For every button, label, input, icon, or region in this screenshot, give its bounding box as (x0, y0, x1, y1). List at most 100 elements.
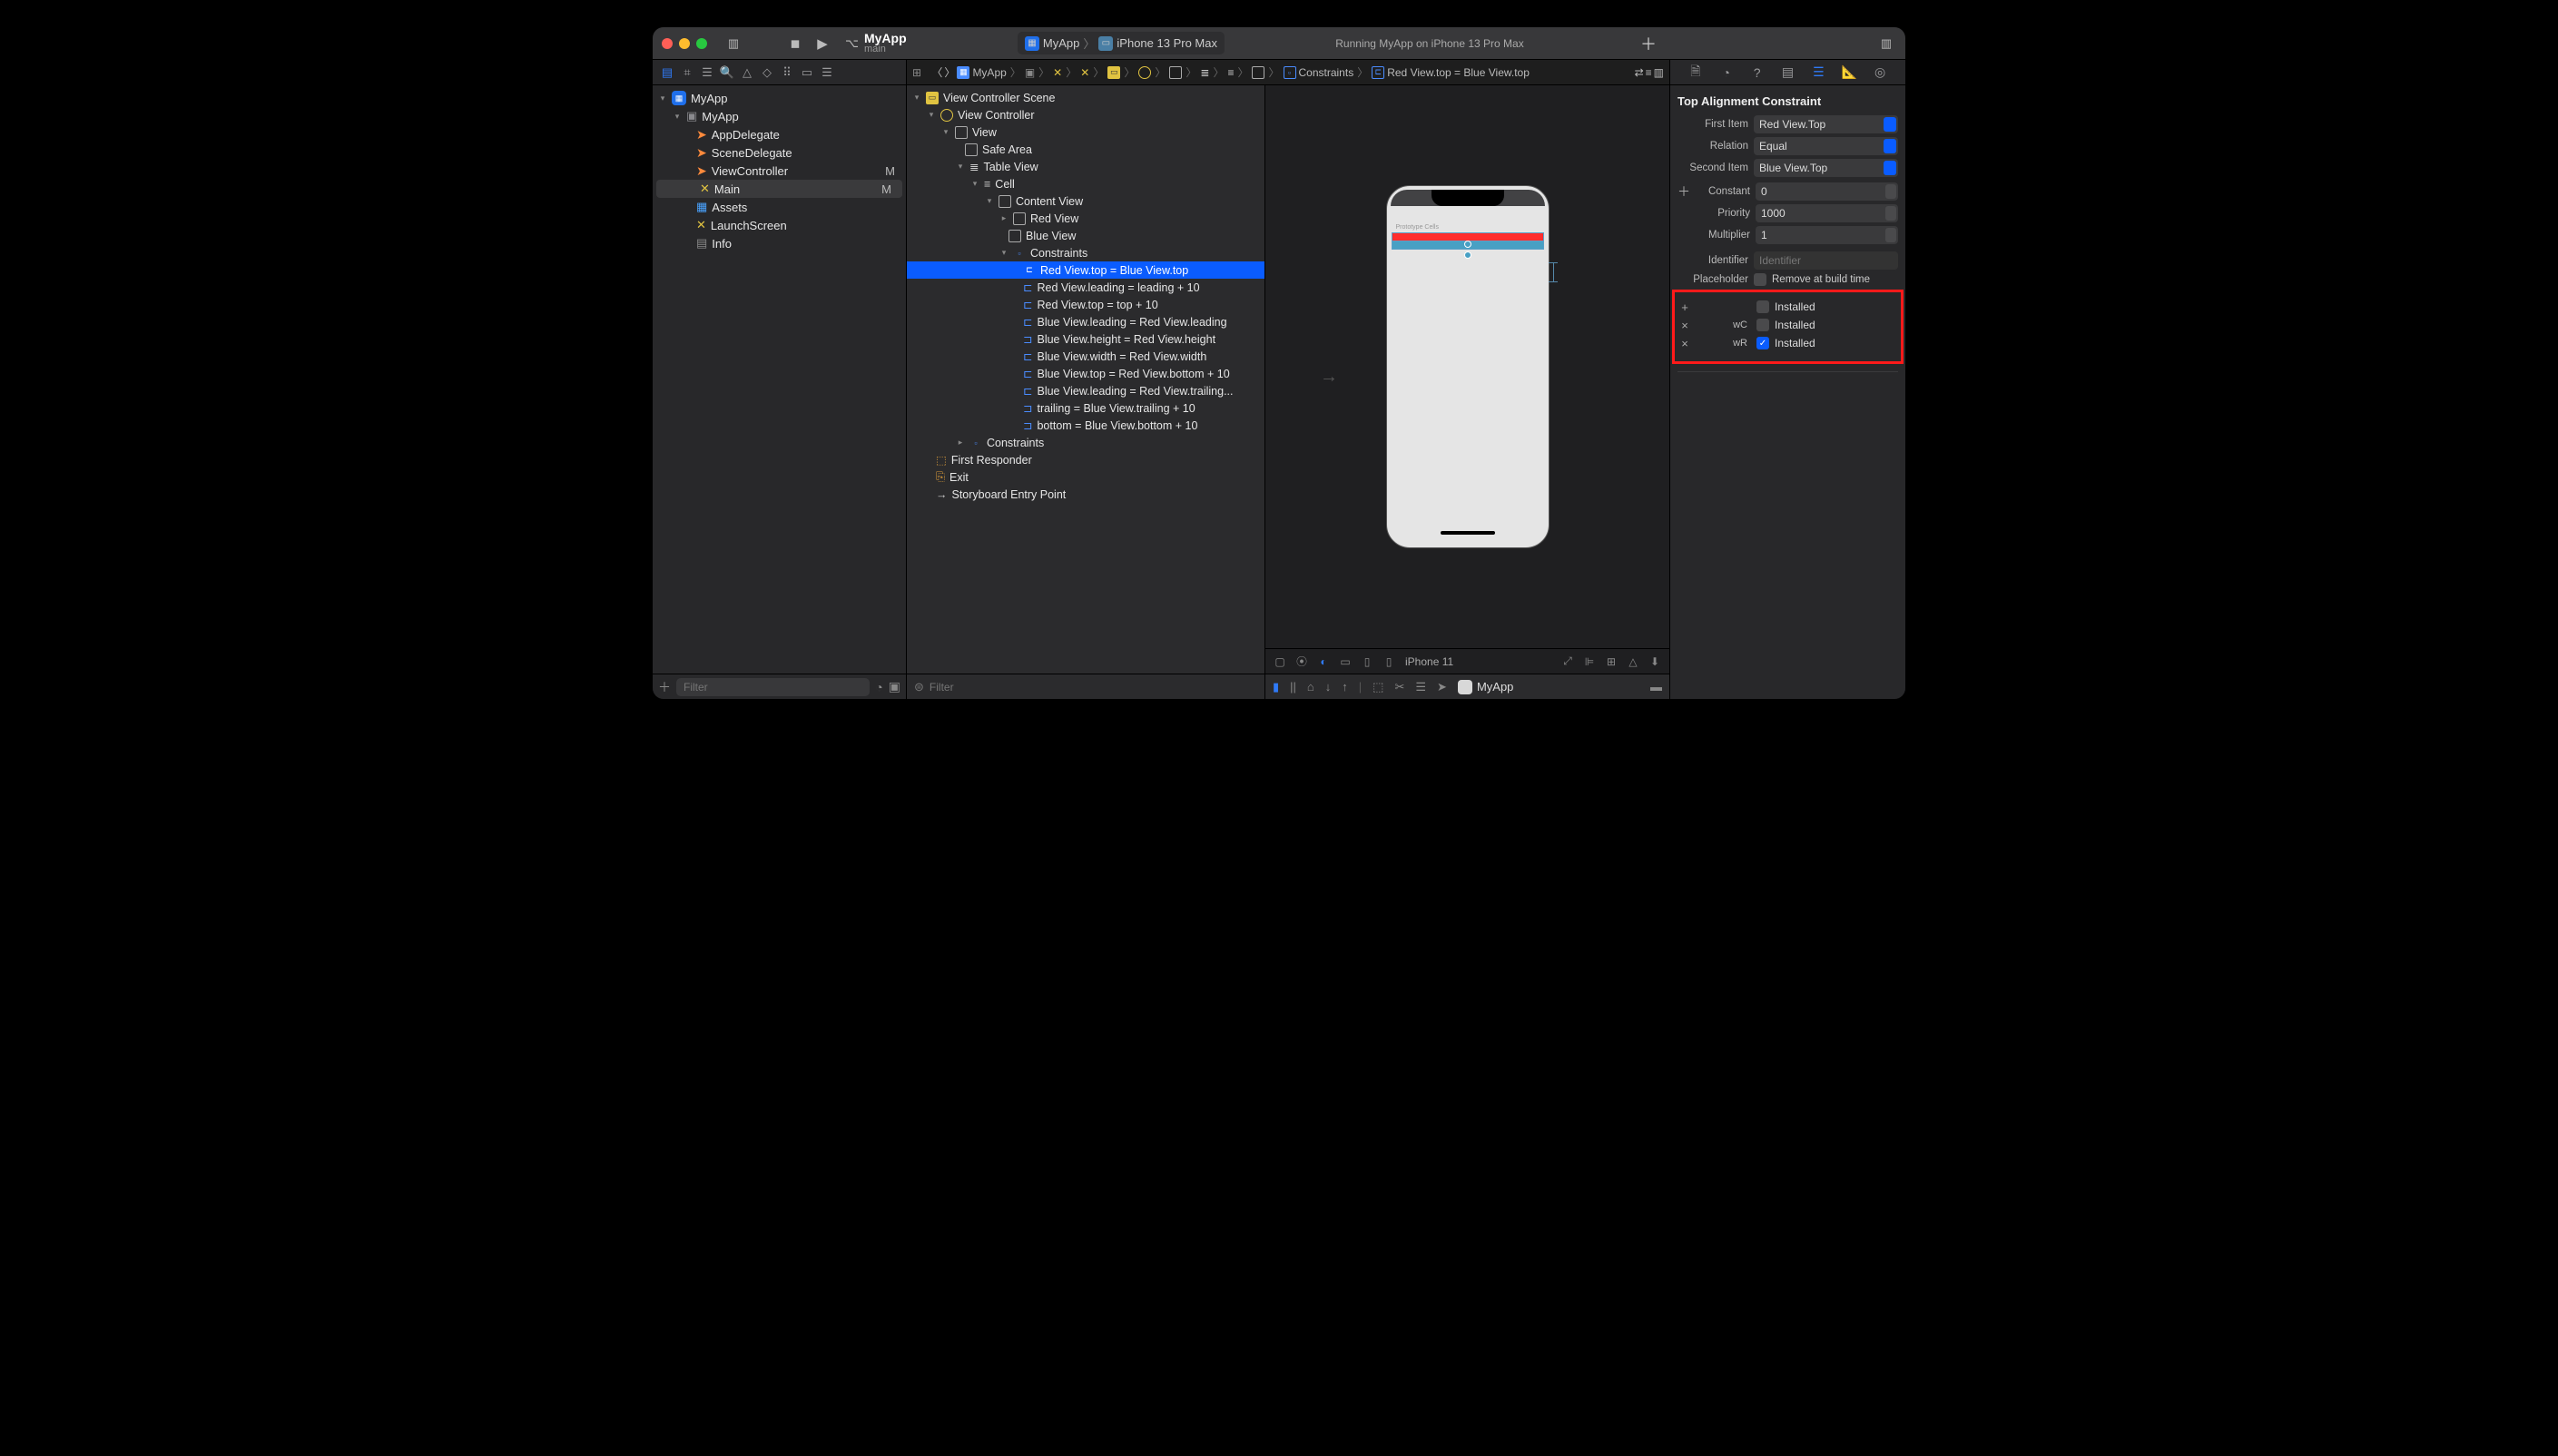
outline-constraint-3[interactable]: ⊏Blue View.leading = Red View.leading (907, 313, 1264, 330)
library-button[interactable]: ＋ (1635, 32, 1662, 55)
device-config-icon[interactable]: ▢ (1273, 654, 1287, 669)
file-info-plist[interactable]: ▤ Info (653, 234, 906, 252)
file-scenedelegate[interactable]: ➤ SceneDelegate (653, 143, 906, 162)
close-window-button[interactable] (662, 38, 673, 49)
identifier-field[interactable]: Identifier (1754, 251, 1898, 270)
pause-icon[interactable]: || (1290, 680, 1296, 694)
related-items-icon[interactable]: ⊞ (912, 66, 921, 79)
file-viewcontroller[interactable]: ➤ ViewController M (653, 162, 906, 180)
red-view[interactable] (1392, 233, 1543, 241)
canvas-device-label[interactable]: iPhone 11 (1405, 655, 1453, 668)
device-bezel-icon[interactable]: ▯ (1360, 654, 1374, 669)
toggle-inspector-button[interactable]: ▥ (1876, 34, 1896, 54)
jump-bar[interactable]: ⊞ 〈 〉 ▦MyApp 〉 ▣ 〉 ✕ 〉 ✕ 〉 ▭ 〉 〉 〉 ≣ 〉 (907, 60, 1669, 85)
history-inspector-tab[interactable]: ◔ (1717, 64, 1736, 82)
orientation-icon[interactable]: ⦿ (1294, 654, 1309, 669)
variation-button[interactable]: × (1678, 319, 1691, 332)
toggle-debug-area-icon[interactable]: ▬ (1650, 680, 1662, 694)
outline-tableview[interactable]: ▾≣Table View (907, 158, 1264, 175)
identity-inspector-tab[interactable]: ▤ (1779, 64, 1797, 82)
group-row[interactable]: ▾▣ MyApp (653, 107, 906, 125)
placeholder-checkbox[interactable] (1754, 273, 1766, 286)
forward-button[interactable]: 〉 (944, 64, 955, 80)
constraint-handle[interactable] (1464, 241, 1471, 248)
breakpoint-toggle-icon[interactable]: ▮ (1273, 680, 1279, 694)
help-inspector-tab[interactable]: ? (1748, 64, 1766, 82)
first-item-select[interactable]: Red View.Top (1754, 115, 1898, 133)
minimap-icon[interactable]: ≡ (1646, 66, 1652, 79)
back-button[interactable]: 〈 (931, 64, 942, 80)
outline-constraint-1[interactable]: ⊏Red View.leading = leading + 10 (907, 279, 1264, 296)
step-over-icon[interactable]: ⌂ (1307, 680, 1314, 694)
file-appdelegate[interactable]: ➤ AppDelegate (653, 125, 906, 143)
source-control-navigator-tab[interactable]: ⌗ (678, 64, 696, 82)
outline-view[interactable]: ▾View (907, 123, 1264, 141)
jump-seg-content[interactable] (1252, 66, 1264, 79)
pin-icon[interactable]: ⊞ (1604, 654, 1618, 669)
breakpoints-navigator-tab[interactable]: ▭ (798, 64, 816, 82)
debug-navigator-tab[interactable]: ⠿ (778, 64, 796, 82)
scm-filter-icon[interactable]: ▣ (889, 679, 900, 694)
outline-cell[interactable]: ▾≡Cell (907, 175, 1264, 192)
step-out-icon[interactable]: ↑ (1342, 680, 1348, 694)
scheme-selector[interactable]: ⌥ MyApp main (845, 32, 907, 54)
constraint-handle[interactable] (1464, 251, 1471, 259)
add-file-button[interactable]: ＋ (658, 678, 671, 696)
installed-checkbox[interactable]: ✓ (1756, 337, 1769, 349)
counterparts-icon[interactable]: ⇄ (1635, 66, 1644, 79)
outline-constraint-9[interactable]: ⊐bottom = Blue View.bottom + 10 (907, 417, 1264, 434)
outline-constraint-6[interactable]: ⊏Blue View.top = Red View.bottom + 10 (907, 365, 1264, 382)
constant-field[interactable]: 0 (1756, 182, 1898, 201)
debug-process[interactable]: MyApp (1458, 680, 1513, 694)
outline-redview[interactable]: ▸Red View (907, 210, 1264, 227)
outline-constraint-8[interactable]: ⊐trailing = Blue View.trailing + 10 (907, 399, 1264, 417)
relation-select[interactable]: Equal (1754, 137, 1898, 155)
outline-first-responder[interactable]: ⬚First Responder (907, 451, 1264, 468)
stop-button[interactable]: ◼ (785, 34, 805, 54)
vary-traits-icon[interactable]: ▭ (1338, 654, 1353, 669)
memory-graph-icon[interactable]: ✂ (1394, 680, 1404, 694)
step-in-icon[interactable]: ↓ (1325, 680, 1332, 694)
jump-seg-scene[interactable]: ▭ (1107, 66, 1120, 79)
jump-seg-constraints[interactable]: ▫Constraints (1284, 66, 1354, 79)
outline-constraints-bottom[interactable]: ▸▫Constraints (907, 434, 1264, 451)
installed-checkbox[interactable] (1756, 319, 1769, 331)
view-debug-icon[interactable]: ⬚ (1372, 680, 1383, 694)
jump-seg-cell[interactable]: ≡ (1227, 66, 1234, 79)
file-launchscreen[interactable]: ✕ LaunchScreen (653, 216, 906, 234)
jump-seg-view[interactable] (1169, 66, 1182, 79)
multiplier-field[interactable]: 1 (1756, 226, 1898, 244)
outline-constraints-group[interactable]: ▾▫Constraints (907, 244, 1264, 261)
file-inspector-tab[interactable]: 🗎 (1687, 64, 1705, 82)
outline-exit[interactable]: ⎘Exit (907, 468, 1264, 486)
jump-seg-vc[interactable] (1138, 66, 1151, 79)
reports-navigator-tab[interactable]: ☰ (818, 64, 836, 82)
location-icon[interactable]: ➤ (1437, 680, 1447, 694)
issues-navigator-tab[interactable]: △ (738, 64, 756, 82)
outline-contentview[interactable]: ▾Content View (907, 192, 1264, 210)
jump-seg-base[interactable]: ✕ (1080, 66, 1089, 79)
recent-filter-icon[interactable]: ◔ (875, 680, 882, 694)
jump-seg-folder[interactable]: ▣ (1025, 66, 1035, 79)
adjust-editor-icon[interactable]: ▥ (1654, 66, 1664, 79)
outline-constraint-0[interactable]: ⊏Red View.top = Blue View.top (907, 261, 1264, 279)
blue-view[interactable] (1392, 241, 1543, 249)
symbols-navigator-tab[interactable]: ☰ (698, 64, 716, 82)
variation-add-button[interactable]: ＋ (1677, 182, 1690, 201)
jump-seg-file[interactable]: ✕ (1053, 66, 1062, 79)
jump-seg-constraint[interactable]: ⊏Red View.top = Blue View.top (1372, 66, 1530, 79)
resolve-icon[interactable]: △ (1626, 654, 1640, 669)
minimize-window-button[interactable] (679, 38, 690, 49)
outline-scene[interactable]: ▾▭View Controller Scene (907, 89, 1264, 106)
env-overrides-icon[interactable]: ☰ (1415, 680, 1426, 694)
file-main-storyboard[interactable]: ✕ Main M (656, 180, 902, 198)
outline-blueview[interactable]: Blue View (907, 227, 1264, 244)
size-inspector-tab[interactable]: 📐 (1840, 64, 1858, 82)
outline-filter-input[interactable] (930, 681, 1257, 694)
device-small-icon[interactable]: ▯ (1382, 654, 1396, 669)
outline-entry-point[interactable]: →Storyboard Entry Point (907, 486, 1264, 503)
appearance-icon[interactable]: ◐ (1316, 654, 1331, 669)
outline-safearea[interactable]: Safe Area (907, 141, 1264, 158)
second-item-select[interactable]: Blue View.Top (1754, 159, 1898, 177)
outline-vc[interactable]: ▾View Controller (907, 106, 1264, 123)
